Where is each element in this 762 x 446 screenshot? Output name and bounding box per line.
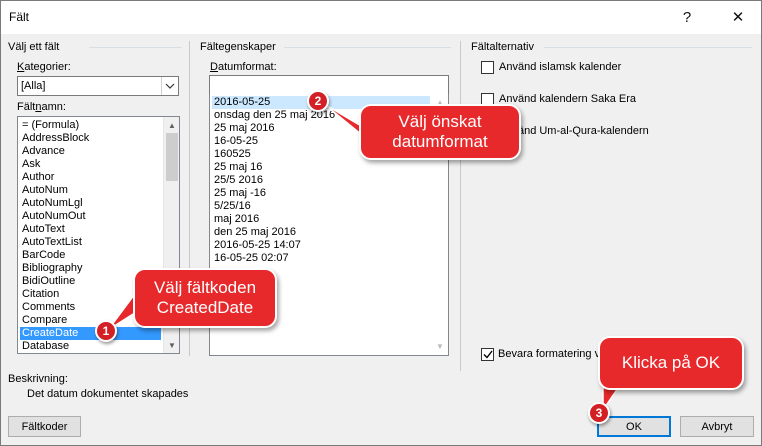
step-badge-3: 3 (588, 402, 610, 424)
callout-click-ok: Klicka på OK (598, 336, 744, 390)
callout-select-date-format: Välj önskat datumformat (359, 104, 521, 160)
step-badge-1: 1 (95, 320, 117, 342)
step-badge-2: 2 (307, 90, 329, 112)
callout-select-field-code: Välj fältkoden CreatedDate (133, 268, 277, 328)
